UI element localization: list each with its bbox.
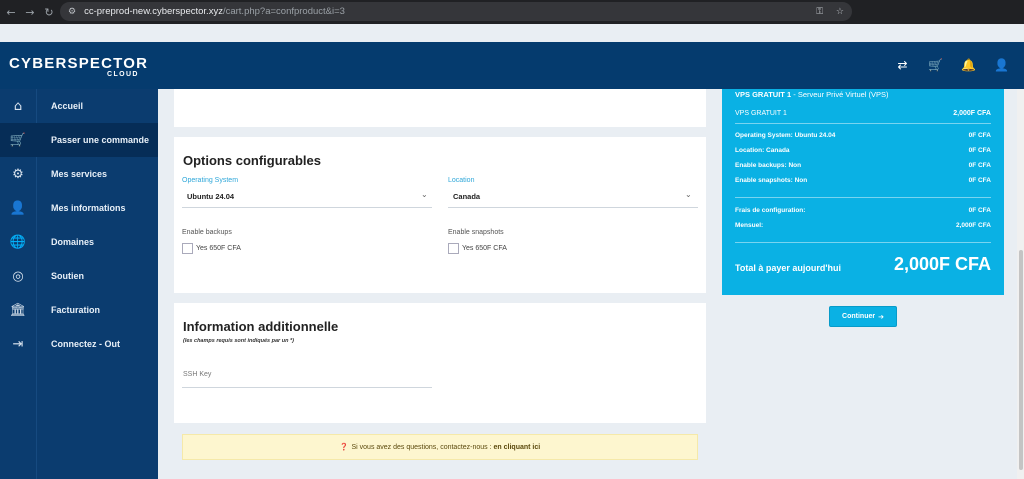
summary-item: Enable backups: Non 0F CFA — [735, 162, 991, 169]
sidebar-item-label: Soutien — [51, 271, 84, 281]
key-icon[interactable]: ⚿ — [816, 7, 823, 17]
sign-out-icon: ⇥ — [12, 336, 24, 352]
summary-item: Enable snapshots: Non 0F CFA — [735, 177, 991, 184]
additional-title: Information additionnelle — [183, 319, 339, 334]
scrollbar-thumb[interactable] — [1019, 250, 1023, 470]
sidebar-item-label: Mes informations — [51, 203, 126, 213]
summary-line: VPS GRATUIT 1 2,000F CFA — [735, 110, 991, 117]
forward-icon[interactable]: → — [22, 6, 38, 19]
globe-icon: 🌐 — [9, 234, 27, 250]
alert-text: Si vous avez des questions, contactez-no… — [351, 443, 492, 451]
ssh-underline — [182, 387, 432, 388]
backups-label: Enable backups — [182, 229, 232, 236]
sidebar-item-logout[interactable]: ⇥ Connectez - Out — [0, 327, 158, 361]
bookmark-star-icon[interactable]: ☆ — [836, 7, 844, 17]
os-underline — [182, 207, 432, 208]
sidebar: ⌂ Accueil 🛒 Passer une commande ⚙ Mes se… — [0, 89, 158, 479]
backups-checkbox[interactable] — [182, 243, 193, 254]
cart-icon[interactable]: 🛒 — [919, 58, 952, 72]
summary-item: Operating System: Ubuntu 24.04 0F CFA — [735, 132, 991, 139]
required-note: (les champs requis sont indiqués par un … — [183, 338, 294, 344]
bank-icon: 🏛 — [9, 302, 27, 318]
backups-option-label[interactable]: Yes 650F CFA — [196, 245, 241, 252]
sidebar-item-soutien[interactable]: ◎ Soutien — [0, 259, 158, 293]
sidebar-item-accueil[interactable]: ⌂ Accueil — [0, 89, 158, 123]
sidebar-item-label: Passer une commande — [51, 135, 150, 145]
address-bar[interactable]: ⚙ cc-preprod-new.cyberspector.xyz/cart.p… — [60, 2, 852, 21]
total-value: 2,000F CFA — [893, 254, 991, 274]
ssh-key-input[interactable]: SSH Key — [183, 371, 211, 378]
sidebar-item-label: Accueil — [51, 101, 84, 111]
sidebar-item-facturation[interactable]: 🏛 Facturation — [0, 293, 158, 327]
logo[interactable]: CYBERSPECTOR CLOUD — [9, 55, 148, 78]
continue-label: Continuer — [842, 313, 876, 320]
sidebar-item-passer-commande[interactable]: 🛒 Passer une commande — [0, 123, 158, 157]
home-icon: ⌂ — [13, 98, 23, 114]
sidebar-item-mes-informations[interactable]: 👤 Mes informations — [0, 191, 158, 225]
gears-icon: ⚙ — [12, 166, 24, 182]
sidebar-item-label: Mes services — [51, 169, 108, 179]
order-summary: VPS GRATUIT 1 - Serveur Privé Virtuel (V… — [722, 89, 1004, 295]
page-gap — [0, 24, 1024, 42]
product-panel — [174, 89, 706, 127]
location-label: Location — [448, 177, 475, 184]
summary-separator — [735, 242, 991, 243]
options-title: Options configurables — [183, 153, 321, 168]
os-select[interactable]: Ubuntu 24.04 — [187, 192, 234, 201]
arrow-circle-right-icon: ➔ — [878, 312, 884, 321]
user-icon: 👤 — [9, 200, 27, 216]
browser-toolbar: ← → ↻ ⚙ cc-preprod-new.cyberspector.xyz/… — [0, 0, 1024, 24]
sidebar-item-label: Facturation — [51, 305, 101, 315]
location-underline — [448, 207, 698, 208]
summary-separator — [735, 197, 991, 198]
sidebar-item-label: Domaines — [51, 237, 95, 247]
total-label: Total à payer aujourd'hui — [735, 263, 841, 273]
cart-icon: 🛒 — [9, 132, 27, 148]
snapshots-checkbox[interactable] — [448, 243, 459, 254]
sidebar-item-mes-services[interactable]: ⚙ Mes services — [0, 157, 158, 191]
url-text: cc-preprod-new.cyberspector.xyz/cart.php… — [84, 6, 345, 17]
site-info-icon[interactable]: ⚙ — [68, 7, 76, 17]
summary-item: Location: Canada 0F CFA — [735, 147, 991, 154]
chevron-down-icon[interactable]: ⌄ — [685, 190, 692, 199]
chevron-down-icon[interactable]: ⌄ — [421, 190, 428, 199]
os-label: Operating System — [182, 177, 239, 184]
options-panel: Options configurables Operating System U… — [174, 137, 706, 293]
summary-separator — [735, 123, 991, 124]
contact-link[interactable]: en cliquant ici — [494, 444, 541, 451]
sidebar-item-domaines[interactable]: 🌐 Domaines — [0, 225, 158, 259]
translate-icon[interactable]: ⇄ — [886, 58, 919, 72]
sidebar-item-label: Connectez - Out — [51, 339, 120, 349]
bell-icon[interactable]: 🔔 — [952, 58, 985, 72]
reload-icon[interactable]: ↻ — [41, 6, 57, 19]
continue-button[interactable]: Continuer ➔ — [829, 306, 897, 327]
question-circle-icon: ❓ — [339, 443, 349, 451]
user-icon[interactable]: 👤 — [985, 58, 1018, 72]
additional-info-panel: Information additionnelle (les champs re… — [174, 303, 706, 423]
location-select[interactable]: Canada — [453, 192, 480, 201]
setup-fee-row: Frais de configuration: 0F CFA — [735, 207, 991, 214]
monthly-row: Mensuel: 2,000F CFA — [735, 222, 991, 229]
snapshots-option-label[interactable]: Yes 650F CFA — [462, 245, 507, 252]
help-alert: ❓ Si vous avez des questions, contactez-… — [182, 434, 698, 460]
snapshots-label: Enable snapshots — [448, 229, 504, 236]
lifebuoy-icon: ◎ — [12, 268, 24, 284]
back-icon[interactable]: ← — [3, 6, 19, 19]
summary-product: VPS GRATUIT 1 - Serveur Privé Virtuel (V… — [735, 90, 889, 99]
top-navbar: CYBERSPECTOR CLOUD ⇄ 🛒 🔔 👤 — [0, 42, 1024, 89]
